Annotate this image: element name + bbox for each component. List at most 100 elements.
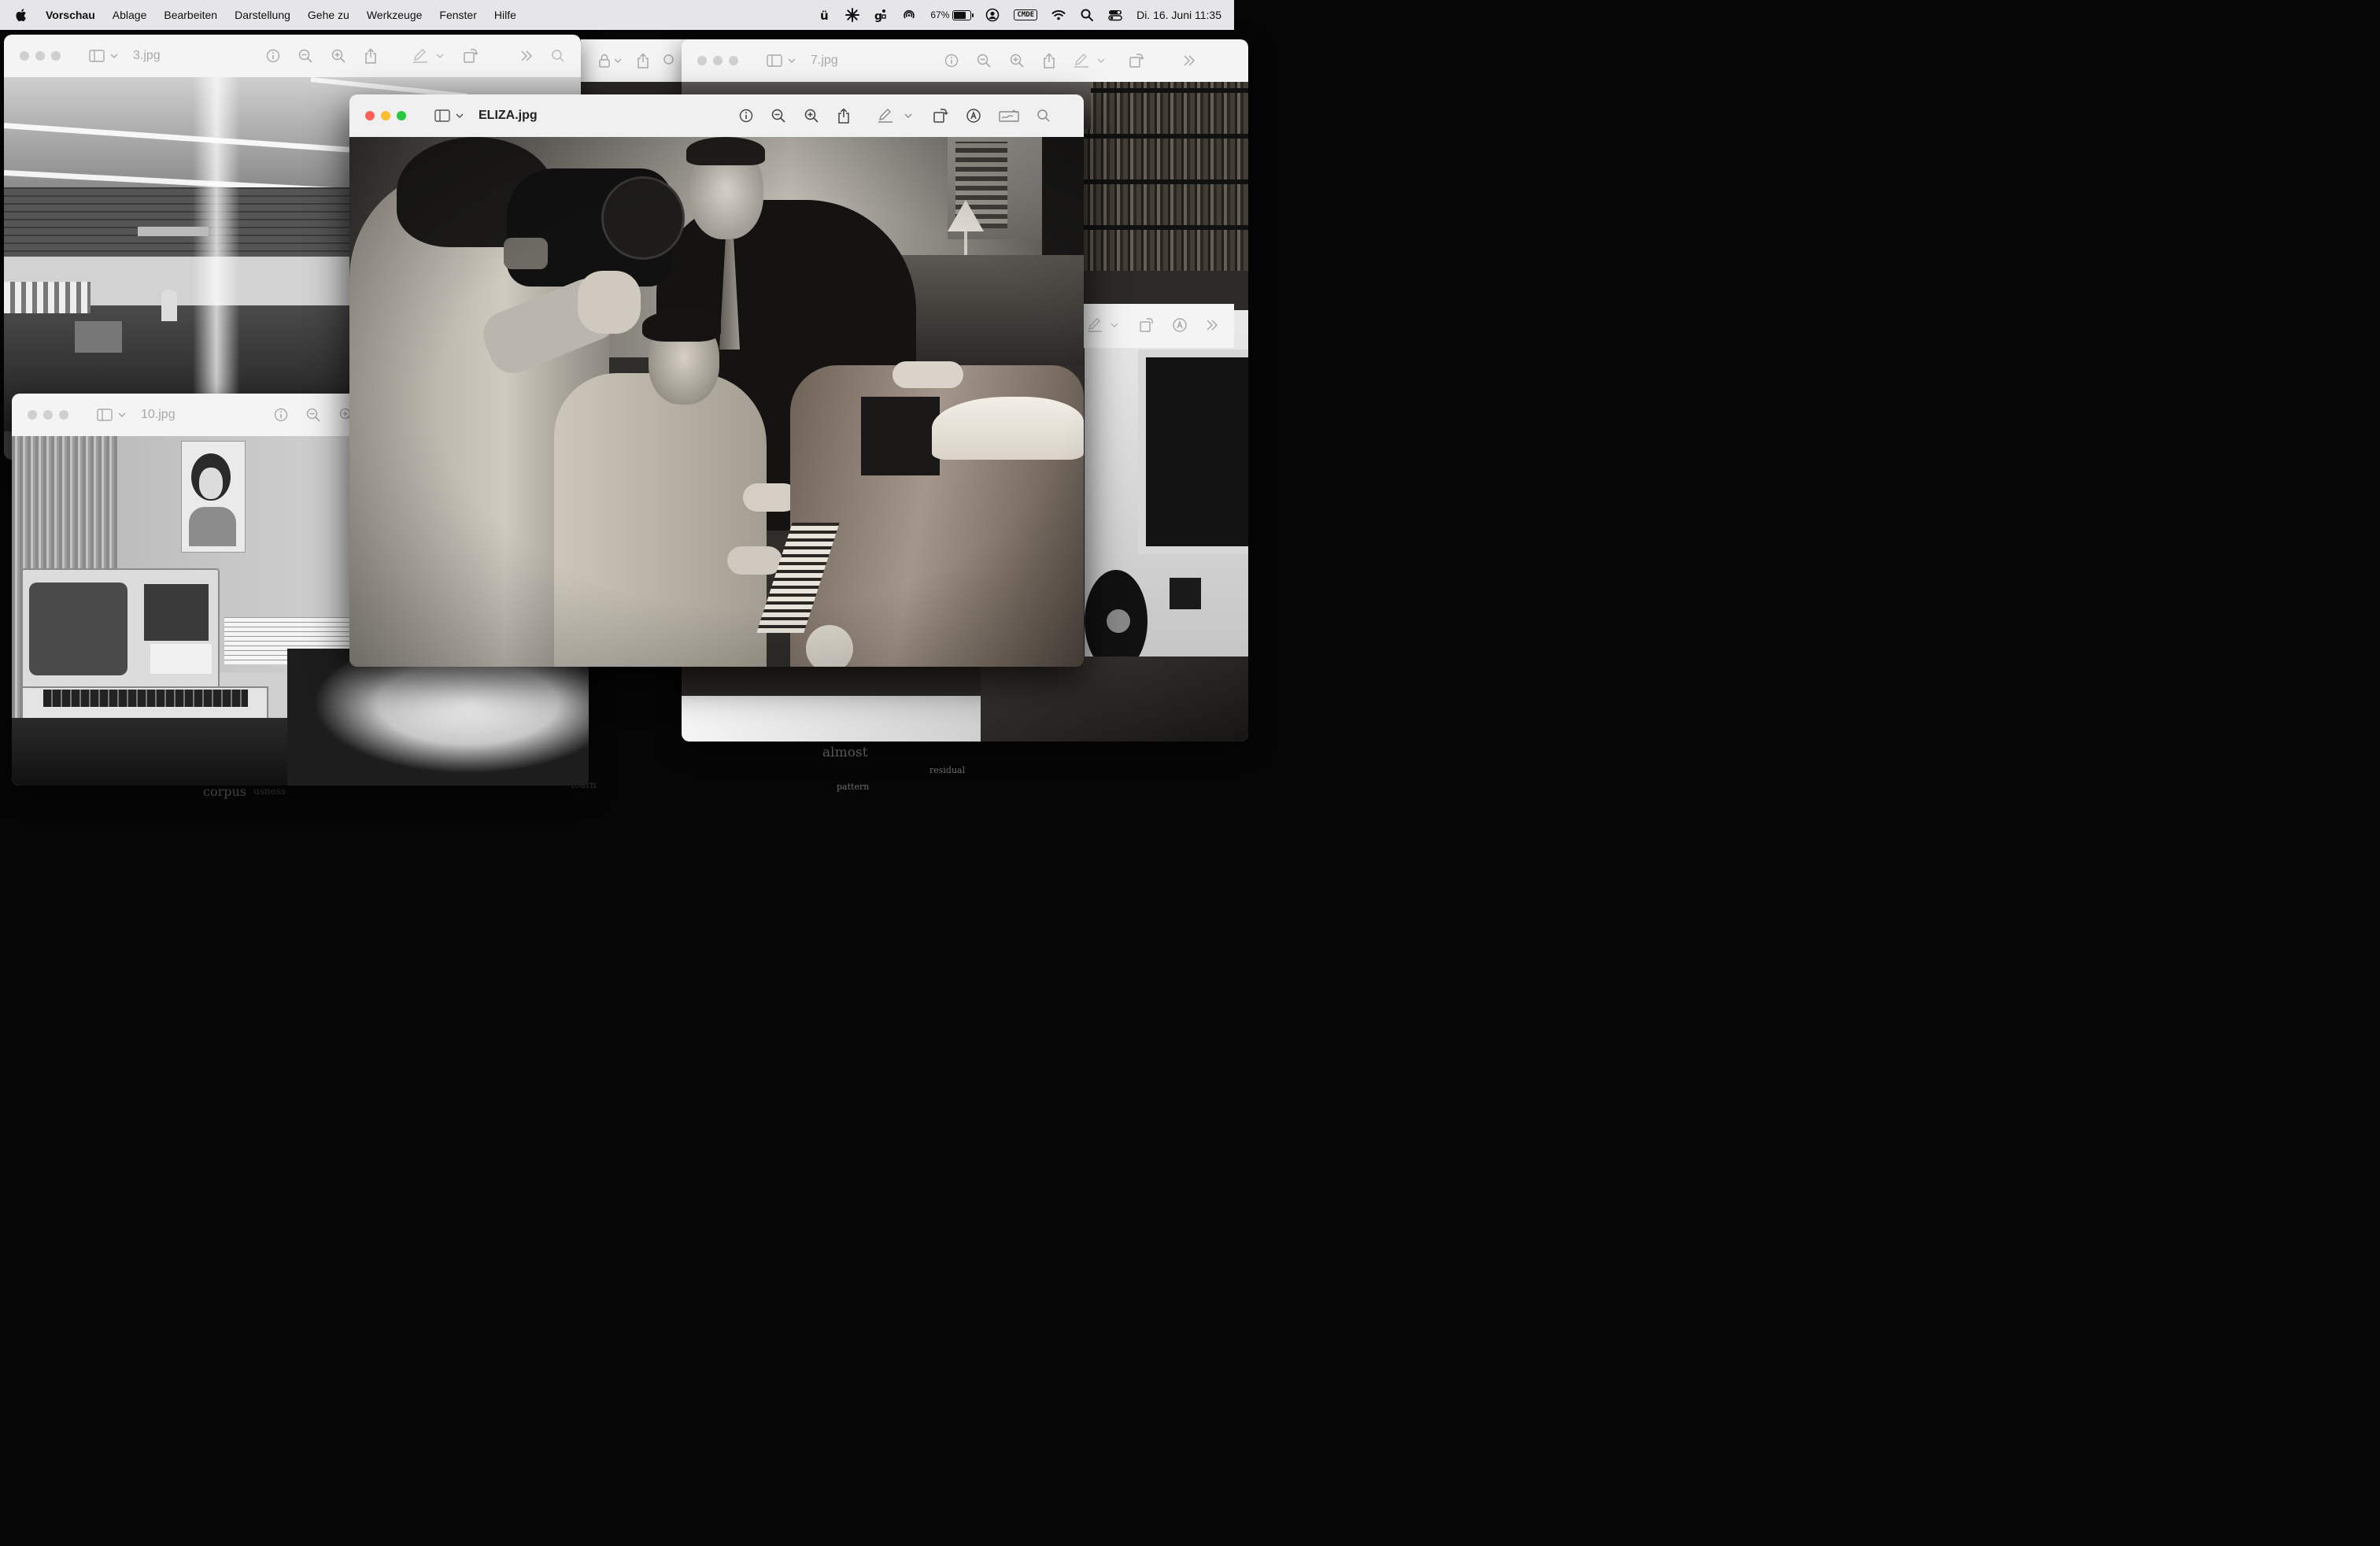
bg-word-corpus: corpus — [203, 784, 246, 799]
markup-pen-icon[interactable] — [412, 49, 428, 63]
bg-word-residual: residual — [929, 765, 966, 775]
minimize-button[interactable] — [35, 51, 45, 61]
battery-status[interactable]: 67% — [930, 9, 974, 20]
bg-word-usness: usness — [253, 786, 286, 797]
rotate-icon[interactable] — [1139, 317, 1155, 333]
zoom-button[interactable] — [59, 410, 68, 420]
glyph-icon[interactable]: g — [874, 8, 888, 22]
zoom-button[interactable] — [397, 111, 406, 120]
titlebar-behind[interactable] — [581, 39, 691, 83]
chevron-down-icon[interactable] — [436, 53, 444, 59]
svg-text:g: g — [874, 10, 882, 22]
search-icon[interactable] — [1037, 109, 1051, 123]
signature-icon[interactable] — [999, 109, 1019, 123]
u-umlaut-icon[interactable]: ü — [817, 8, 831, 22]
zoom-button[interactable] — [51, 51, 61, 61]
annotate-icon[interactable] — [966, 108, 981, 124]
chevron-down-icon[interactable] — [1097, 57, 1105, 64]
rotate-icon[interactable] — [933, 108, 948, 124]
info-icon[interactable] — [944, 54, 959, 68]
sidebar-toggle[interactable] — [97, 409, 127, 421]
markup-pen-icon[interactable] — [1087, 318, 1103, 332]
wifi-icon[interactable] — [1051, 8, 1066, 22]
search-icon[interactable] — [663, 54, 677, 68]
close-button[interactable] — [20, 51, 29, 61]
zoom-in-icon[interactable] — [804, 108, 819, 124]
zoom-out-icon[interactable] — [298, 48, 313, 64]
menu-gehe-zu[interactable]: Gehe zu — [308, 9, 349, 21]
minimize-button[interactable] — [43, 410, 53, 420]
rotate-icon[interactable] — [463, 48, 479, 64]
lock-icon[interactable] — [598, 53, 611, 68]
sidebar-toggle[interactable] — [89, 50, 119, 62]
menu-fenster[interactable]: Fenster — [439, 9, 476, 21]
menu-werkzeuge[interactable]: Werkzeuge — [367, 9, 423, 21]
traffic-lights — [365, 111, 412, 120]
chevron-down-icon[interactable] — [904, 113, 912, 119]
window-title: 7.jpg — [811, 54, 838, 67]
image-eliza-photo — [349, 137, 1084, 667]
control-center-icon[interactable] — [1108, 8, 1122, 22]
chevron-down-icon[interactable] — [1111, 322, 1118, 328]
close-button[interactable] — [697, 56, 707, 65]
airdrop-icon[interactable] — [902, 8, 916, 22]
sidebar-toggle[interactable] — [434, 109, 464, 122]
titlebar-eliza[interactable]: ELIZA.jpg — [349, 94, 1084, 138]
zoom-out-icon[interactable] — [305, 407, 321, 423]
zoom-in-icon[interactable] — [1009, 53, 1025, 68]
share-icon[interactable] — [364, 48, 378, 64]
search-icon[interactable] — [551, 49, 565, 63]
menu-bearbeiten[interactable]: Bearbeiten — [164, 9, 217, 21]
close-button[interactable] — [28, 410, 37, 420]
info-icon[interactable] — [274, 408, 288, 422]
sidebar-icon — [767, 54, 782, 67]
menu-darstellung[interactable]: Darstellung — [235, 9, 290, 21]
chevron-down-icon — [118, 412, 126, 418]
window-behind-strip[interactable] — [581, 39, 691, 94]
sidebar-toggle[interactable] — [767, 54, 796, 67]
menu-clock[interactable]: Di. 16. Juni 11:35 — [1136, 9, 1221, 21]
zoom-out-icon[interactable] — [976, 53, 992, 68]
close-button[interactable] — [365, 111, 375, 120]
cmde-badge[interactable]: CMDE — [1014, 9, 1038, 20]
titlebar-7[interactable]: 7.jpg — [682, 39, 1248, 83]
titlebar-3[interactable]: 3.jpg — [4, 35, 581, 78]
chevron-down-icon — [110, 54, 118, 59]
share-icon[interactable] — [837, 108, 851, 124]
share-icon[interactable] — [1042, 53, 1056, 68]
window-eliza[interactable]: ELIZA.jpg — [349, 94, 1084, 667]
bg-word-almost: almost — [822, 745, 868, 760]
window-right-partial[interactable] — [1084, 304, 1234, 348]
menu-app-name[interactable]: Vorschau — [46, 9, 95, 21]
more-chevrons-icon[interactable] — [1205, 319, 1219, 331]
minimize-button[interactable] — [713, 56, 722, 65]
info-icon[interactable] — [266, 49, 280, 63]
markup-pen-icon[interactable] — [1074, 54, 1089, 68]
traffic-lights — [28, 410, 75, 420]
menu-ablage[interactable]: Ablage — [113, 9, 147, 21]
markup-pen-icon[interactable] — [878, 109, 893, 123]
traffic-lights — [697, 56, 745, 65]
window-title: 3.jpg — [133, 49, 161, 62]
chevron-down-icon — [788, 58, 796, 64]
annotate-icon[interactable] — [1172, 317, 1188, 333]
minimize-button[interactable] — [381, 111, 390, 120]
chevron-down-icon — [456, 113, 464, 119]
apple-icon[interactable] — [14, 8, 27, 22]
zoom-button[interactable] — [729, 56, 738, 65]
info-icon[interactable] — [739, 109, 753, 123]
user-account-icon[interactable] — [985, 8, 1000, 22]
rotate-icon[interactable] — [1129, 53, 1144, 68]
titlebar-right-partial[interactable] — [1084, 304, 1234, 348]
menu-hilfe[interactable]: Hilfe — [494, 9, 516, 21]
burst-icon[interactable] — [845, 8, 860, 22]
zoom-in-icon[interactable] — [331, 48, 346, 64]
zoom-out-icon[interactable] — [771, 108, 786, 124]
more-chevrons-icon[interactable] — [1182, 54, 1196, 67]
window-title: 10.jpg — [141, 408, 176, 421]
more-chevrons-icon[interactable] — [519, 50, 534, 62]
share-icon[interactable] — [636, 53, 650, 68]
svg-text:ü: ü — [820, 9, 829, 22]
chevron-down-icon[interactable] — [614, 57, 622, 64]
spotlight-search-icon[interactable] — [1080, 8, 1094, 22]
